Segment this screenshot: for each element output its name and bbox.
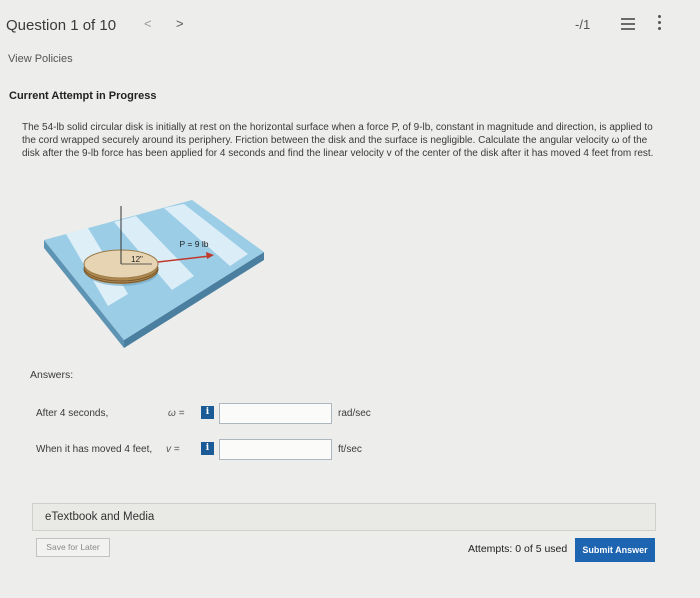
omega-symbol: ω = [168, 408, 185, 419]
question-header: Question 1 of 10 < > -/1 [0, 0, 700, 46]
velocity-symbol: v = [166, 444, 180, 455]
angular-velocity-input[interactable] [219, 403, 332, 424]
force-label: P = 9 lb [180, 239, 209, 249]
etextbook-label: eTextbook and Media [45, 511, 155, 523]
answer-1-unit: rad/sec [338, 408, 371, 419]
answer-2-label: When it has moved 4 feet, [36, 444, 153, 455]
question-title: Question 1 of 10 [6, 17, 117, 34]
linear-velocity-input[interactable] [219, 439, 332, 460]
info-icon[interactable]: i [201, 406, 214, 419]
answer-1-label: After 4 seconds, [36, 408, 109, 419]
etextbook-media-toggle[interactable]: eTextbook and Media [32, 503, 656, 531]
problem-statement: The 54-lb solid circular disk is initial… [22, 122, 654, 159]
disk-figure: 12" P = 9 lb [44, 198, 264, 348]
attempts-counter: Attempts: 0 of 5 used [468, 543, 568, 555]
view-policies-link[interactable]: View Policies [8, 53, 73, 65]
question-score: -/1 [575, 17, 591, 32]
save-for-later-button[interactable]: Save for Later [36, 538, 110, 557]
disk-diagram: 12" P = 9 lb [44, 200, 264, 348]
submit-answer-button[interactable]: Submit Answer [575, 538, 655, 562]
answers-label: Answers: [30, 369, 74, 381]
info-icon[interactable]: i [201, 442, 214, 455]
more-vertical-icon[interactable] [656, 15, 662, 33]
attempt-heading: Current Attempt in Progress [9, 90, 157, 102]
previous-question-button[interactable]: < [144, 16, 152, 31]
next-question-button[interactable]: > [176, 16, 184, 31]
list-icon[interactable] [621, 18, 635, 32]
answer-2-unit: ft/sec [338, 444, 362, 455]
radius-label: 12" [131, 255, 143, 264]
